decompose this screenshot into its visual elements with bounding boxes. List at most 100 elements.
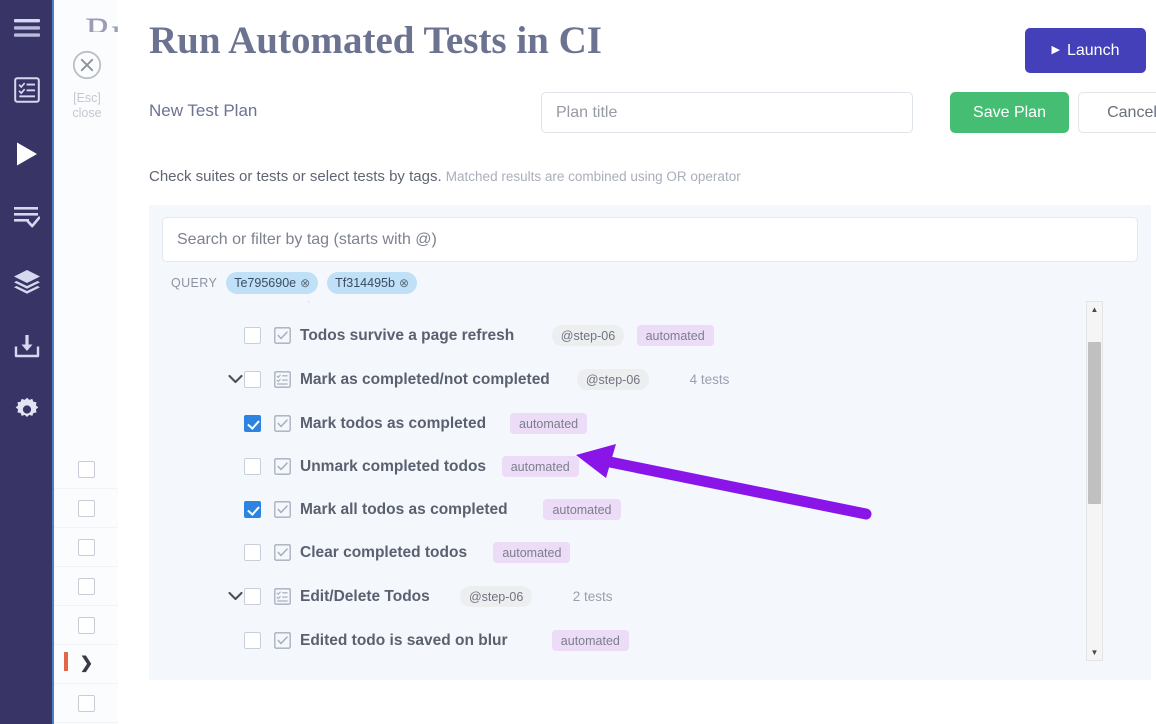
close-modal-panel[interactable]: [Esc] close [56,32,118,122]
suite-list-icon [274,588,291,605]
automated-badge: automated [493,542,571,563]
remove-tag-icon[interactable]: ⊗ [399,277,409,289]
test-tree-scrollbar[interactable]: ▲ ▼ [1086,301,1103,661]
expand-collapse-caret-icon[interactable] [226,372,244,387]
page-title: Run Automated Tests in CI [149,19,602,62]
close-circle-icon[interactable] [72,50,102,85]
background-checkbox[interactable] [78,577,95,595]
search-input[interactable] [162,217,1138,262]
scroll-up-arrow-icon[interactable]: ▲ [1087,302,1102,317]
menu-icon [14,19,40,37]
expand-collapse-caret-icon[interactable] [226,589,244,604]
test-row[interactable]: Edited todo is saved on blur automated [162,619,1122,662]
plan-title-input[interactable] [541,92,913,133]
step-tag[interactable]: @step-06 [459,586,533,607]
close-label: close [72,106,102,120]
row-label: Edit/Delete Todos [300,587,430,605]
test-tree: Todos persist items Todos survive a page … [162,301,1122,662]
new-test-plan-label: New Test Plan [149,101,258,120]
row-label: Unmark completed todos [300,457,487,475]
instructions-text: Check suites or tests or select tests by… [149,168,741,185]
row-label: Mark todos as completed [300,414,487,432]
row-label: Mark as completed/not completed [300,370,550,388]
query-tag-label: Te795690e [234,276,297,290]
query-label: QUERY [171,276,218,290]
table-row[interactable]: Todos persist items [162,301,1122,314]
sidebar-item-import[interactable] [0,324,54,368]
background-checkbox[interactable] [78,694,95,712]
query-tag[interactable]: Te795690e ⊗ [226,272,319,294]
test-plans-icon [14,206,40,230]
test-tree-scroll-region[interactable]: Todos persist items Todos survive a page … [162,301,1138,666]
row-label: Todos survive a page refresh [300,326,515,344]
test-selection-panel: QUERY Te795690e ⊗ Tf314495b ⊗ Todos pers… [149,205,1151,680]
scroll-down-arrow-icon[interactable]: ▼ [1087,645,1102,660]
play-triangle-icon: ▶ [1051,44,1060,56]
play-icon [15,141,39,167]
instructions-muted: Matched results are combined using OR op… [445,169,741,184]
test-row[interactable]: Unmark completed todos automated [162,445,1122,488]
sidebar-item-test-cases[interactable] [0,68,54,112]
esc-key-label: [Esc] [73,91,101,105]
launch-button-label: Launch [1066,41,1120,59]
launch-button[interactable]: ▶ Launch [1025,28,1146,73]
background-status-marker [64,652,68,671]
test-row[interactable]: Todos survive a page refresh @step-06 auto… [162,314,1122,357]
remove-tag-icon[interactable]: ⊗ [300,277,310,289]
row-label: Todos persist items [257,301,402,304]
test-check-icon [274,632,291,649]
sidebar-item-test-plans[interactable] [0,196,54,240]
test-plan-modal: Run Automated Tests in CI ▶ Launch New T… [118,0,1156,724]
suite-list-icon [274,371,291,388]
step-tag[interactable]: @step-06 [551,325,625,346]
row-label: Edited todo is saved on blur [300,631,508,649]
test-count: 2 tests [572,589,613,604]
app-root: Run Automated Tests in CI ❯ [0,0,1156,724]
layers-icon [13,269,41,295]
query-tag-label: Tf314495b [335,276,395,290]
test-check-icon [274,415,291,432]
automated-badge: automated [636,325,714,346]
automated-badge: automated [510,413,588,434]
sidebar-item-settings[interactable] [0,388,54,432]
test-row[interactable]: Mark all todos as completed automated [162,488,1122,531]
background-checkbox[interactable] [78,616,95,634]
row-select-checkbox[interactable] [244,458,261,475]
cancel-button[interactable]: Cancel [1078,92,1156,133]
query-row: QUERY Te795690e ⊗ Tf314495b ⊗ [171,271,418,295]
test-check-icon [274,458,291,475]
background-expand-chevron-icon[interactable]: ❯ [80,656,93,672]
automated-badge: automated [501,456,579,477]
row-label: Mark all todos as completed [300,500,508,518]
row-select-checkbox[interactable] [244,327,261,344]
row-select-checkbox[interactable] [244,632,261,649]
row-select-checkbox[interactable] [244,544,261,561]
background-checkbox[interactable] [78,538,95,556]
test-check-icon [274,327,291,344]
test-check-icon [274,501,291,518]
row-select-checkbox[interactable] [244,588,261,605]
instructions-main: Check suites or tests or select tests by… [149,168,442,185]
scrollbar-thumb[interactable] [1088,342,1101,504]
background-checkbox[interactable] [78,460,95,478]
row-select-checkbox[interactable] [244,415,261,432]
sidebar-item-layers[interactable] [0,260,54,304]
import-icon [14,333,40,359]
step-tag[interactable]: @step-06 [576,369,650,390]
row-select-checkbox[interactable] [244,501,261,518]
query-tag[interactable]: Tf314495b ⊗ [327,272,418,294]
sidebar-item-menu[interactable] [0,6,54,50]
row-select-checkbox[interactable] [244,371,261,388]
suite-row[interactable]: Edit/Delete Todos @step-06 2 tests [162,574,1122,619]
sidebar-item-run[interactable] [0,132,54,176]
save-plan-button[interactable]: Save Plan [950,92,1069,133]
automated-badge: automated [543,499,621,520]
suite-row[interactable]: Mark as completed/not completed @step-06 4… [162,357,1122,402]
test-row[interactable]: Mark todos as completed automated [162,402,1122,445]
background-checkbox[interactable] [78,499,95,517]
plan-toolbar: New Test Plan Save Plan Cancel [149,92,1156,134]
test-row[interactable]: Clear completed todos automated [162,531,1122,574]
automated-badge: automated [551,630,629,651]
test-check-icon [274,544,291,561]
row-label: Clear completed todos [300,543,468,561]
